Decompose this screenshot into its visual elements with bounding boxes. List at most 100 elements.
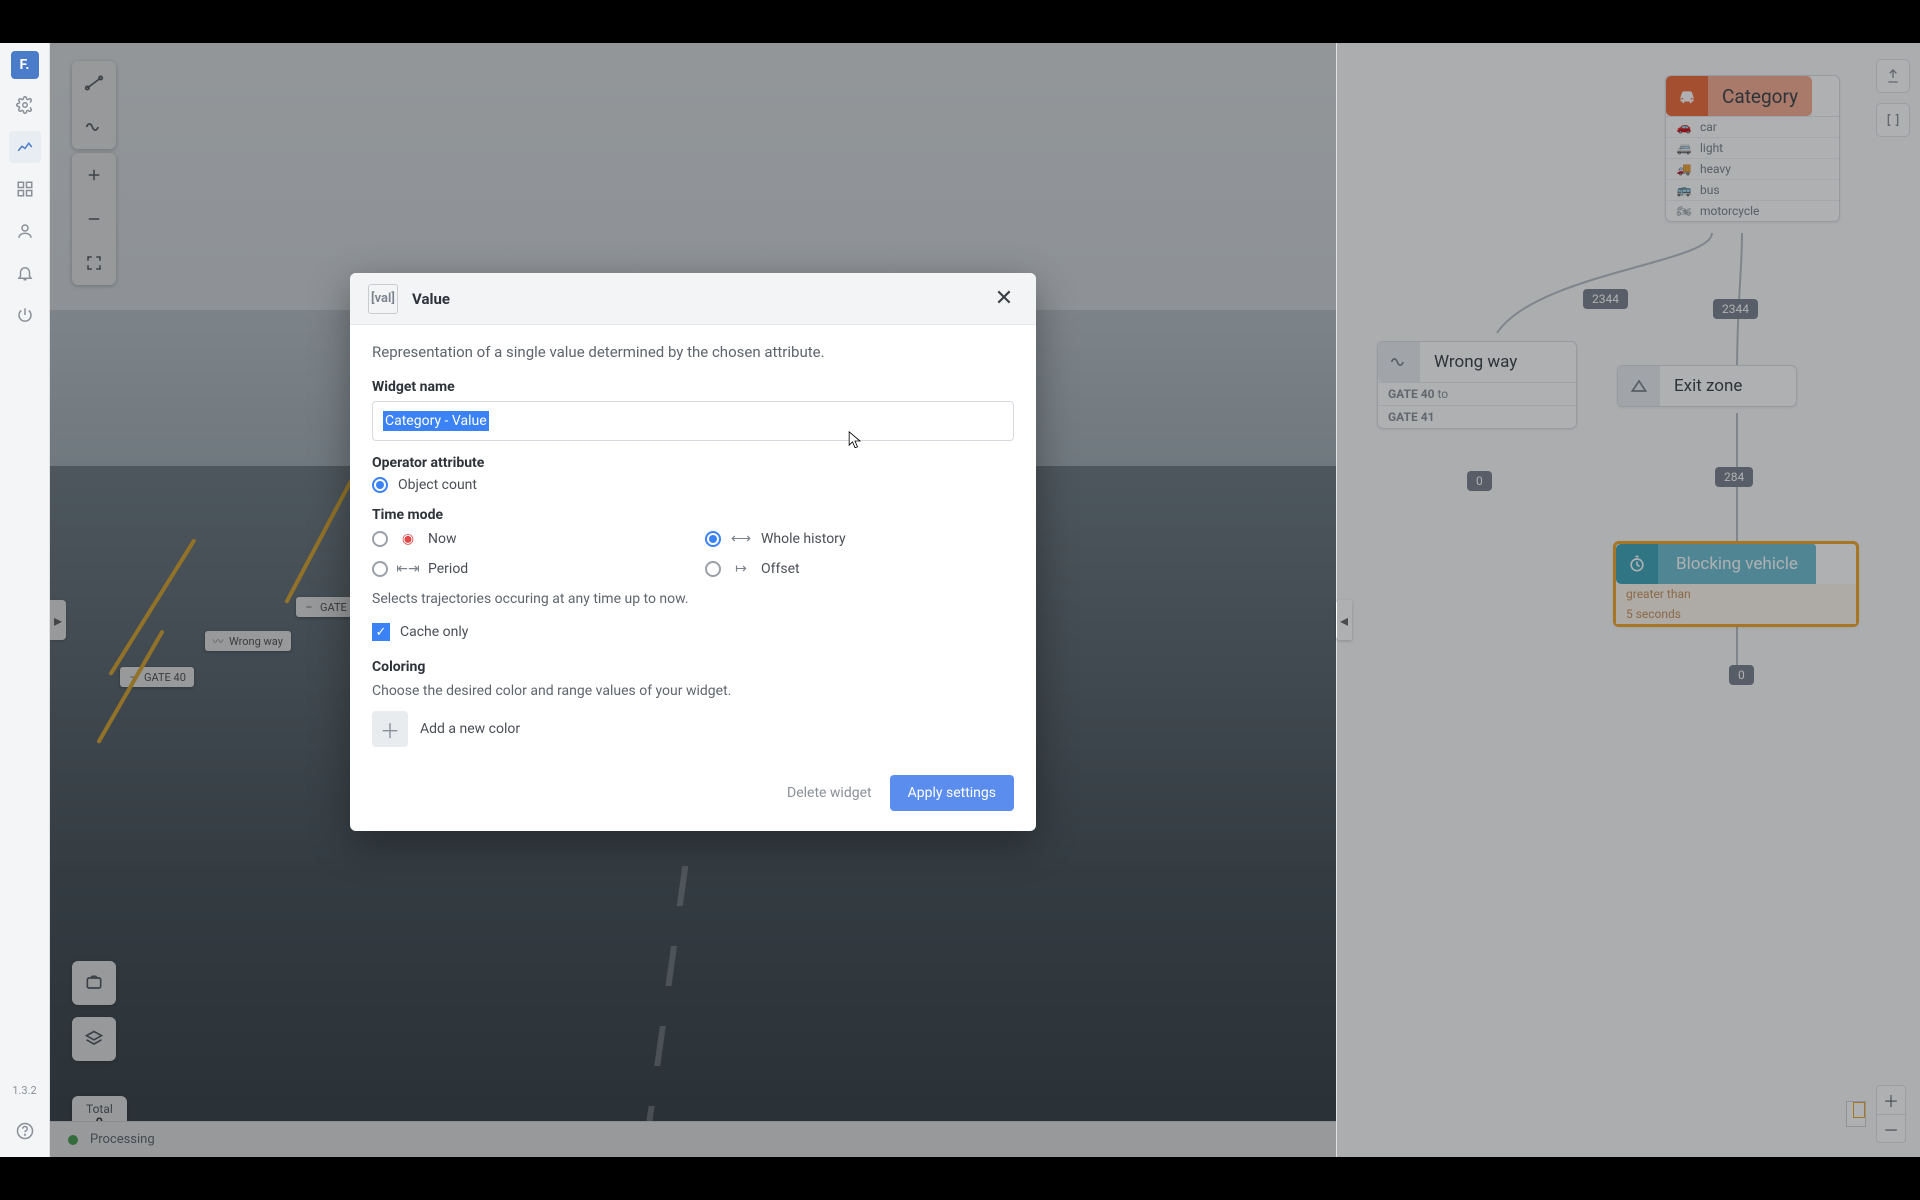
item-label: light bbox=[1700, 141, 1723, 155]
node-category[interactable]: Category 🚗 car 🚐 light 🚚 heavy 🚌 bus 🏍 motorc… bbox=[1665, 75, 1840, 222]
radio-icon bbox=[372, 531, 388, 547]
app-frame: F. 1.3.2 bbox=[0, 43, 1920, 1157]
operator-value: Object count bbox=[398, 477, 477, 493]
user-icon[interactable] bbox=[9, 215, 41, 247]
node-title: Category bbox=[1708, 76, 1812, 116]
category-item[interactable]: 🚐 light bbox=[1666, 137, 1839, 158]
node-exitzone[interactable]: Exit zone bbox=[1617, 365, 1797, 407]
category-list: 🚗 car 🚐 light 🚚 heavy 🚌 bus 🏍 motorcycle bbox=[1666, 116, 1839, 221]
option-label: Now bbox=[428, 531, 457, 547]
node-detail: GATE 41 bbox=[1378, 405, 1576, 428]
node-count: 0 bbox=[1729, 665, 1754, 685]
option-label: Whole history bbox=[761, 531, 846, 547]
checkbox-label: Cache only bbox=[400, 624, 468, 640]
radio-checked-icon bbox=[705, 531, 721, 547]
node-title: Exit zone bbox=[1660, 376, 1756, 396]
option-label: Period bbox=[428, 561, 468, 577]
graph-zoom-control: ＋ － bbox=[1846, 1085, 1906, 1143]
modal-description: Representation of a single value determi… bbox=[372, 343, 1014, 361]
item-label: bus bbox=[1700, 183, 1720, 197]
delete-widget-button[interactable]: Delete widget bbox=[787, 785, 872, 801]
power-icon[interactable] bbox=[9, 299, 41, 331]
category-item[interactable]: 🚗 car bbox=[1666, 117, 1839, 137]
zone-icon bbox=[1618, 366, 1660, 406]
value-modal: [val] Value ✕ Representation of a single… bbox=[350, 273, 1036, 831]
stopwatch-icon bbox=[1616, 544, 1658, 584]
category-item[interactable]: 🚚 heavy bbox=[1666, 158, 1839, 179]
cache-only-option[interactable]: ✓ Cache only bbox=[372, 623, 1014, 641]
node-detail: greater than bbox=[1616, 584, 1856, 604]
time-mode-options: ◉ Now ⟷ Whole history ⇤⇥ Period bbox=[372, 529, 1014, 579]
modal-overlay[interactable]: [val] Value ✕ Representation of a single… bbox=[50, 43, 1336, 1157]
node-title: Blocking vehicle bbox=[1658, 544, 1816, 584]
settings-icon[interactable] bbox=[9, 89, 41, 121]
plus-icon[interactable]: ＋ bbox=[372, 711, 408, 747]
close-icon[interactable]: ✕ bbox=[990, 285, 1018, 313]
category-item[interactable]: 🏍 motorcycle bbox=[1666, 200, 1839, 221]
wave-icon bbox=[1378, 342, 1420, 382]
operator-option[interactable]: Object count bbox=[372, 477, 1014, 493]
radio-checked-icon bbox=[372, 477, 388, 493]
coloring-label: Coloring bbox=[372, 659, 1014, 675]
widget-name-input[interactable]: Category - Value bbox=[372, 401, 1014, 441]
node-canvas[interactable]: Category 🚗 car 🚐 light 🚚 heavy 🚌 bus 🏍 motorc… bbox=[1337, 43, 1920, 1157]
left-rail: F. 1.3.2 bbox=[0, 43, 50, 1157]
graph-zoom-out[interactable]: － bbox=[1877, 1114, 1905, 1142]
item-label: car bbox=[1700, 120, 1717, 134]
modal-header: [val] Value ✕ bbox=[350, 273, 1036, 325]
modal-title: Value bbox=[412, 290, 450, 308]
node-detail: 5 seconds bbox=[1616, 604, 1856, 624]
bracket-icon[interactable] bbox=[1876, 103, 1910, 137]
radio-icon bbox=[372, 561, 388, 577]
export-icon[interactable] bbox=[1876, 59, 1910, 93]
item-label: motorcycle bbox=[1700, 204, 1759, 218]
node-count: 0 bbox=[1467, 471, 1492, 491]
time-option-period[interactable]: ⇤⇥ Period bbox=[372, 559, 681, 579]
van-icon: 🚐 bbox=[1676, 141, 1692, 155]
period-icon: ⇤⇥ bbox=[398, 559, 418, 579]
widget-name-value: Category - Value bbox=[383, 411, 489, 431]
edge-count: 2344 bbox=[1583, 289, 1628, 309]
node-blocking-vehicle[interactable]: Blocking vehicle greater than 5 seconds bbox=[1613, 541, 1859, 627]
time-option-now[interactable]: ◉ Now bbox=[372, 529, 681, 549]
time-option-whole-history[interactable]: ⟷ Whole history bbox=[705, 529, 1014, 549]
checkbox-checked-icon: ✓ bbox=[372, 623, 390, 641]
graph-tools bbox=[1876, 59, 1910, 137]
item-label: heavy bbox=[1700, 162, 1731, 176]
edge-count: 2344 bbox=[1713, 299, 1758, 319]
category-item[interactable]: 🚌 bus bbox=[1666, 179, 1839, 200]
history-icon: ⟷ bbox=[731, 529, 751, 549]
analytics-icon[interactable] bbox=[9, 131, 41, 163]
app-logo[interactable]: F. bbox=[11, 51, 39, 79]
radio-icon bbox=[705, 561, 721, 577]
grid-icon[interactable] bbox=[9, 173, 41, 205]
version-label: 1.3.2 bbox=[12, 1084, 36, 1097]
operator-attribute-label: Operator attribute bbox=[372, 455, 1014, 471]
add-color-label: Add a new color bbox=[420, 721, 520, 737]
graph-panel: Category 🚗 car 🚐 light 🚚 heavy 🚌 bus 🏍 motorc… bbox=[1336, 43, 1920, 1157]
car-icon bbox=[1666, 76, 1708, 116]
offset-icon: ↦ bbox=[731, 559, 751, 579]
time-mode-label: Time mode bbox=[372, 507, 1014, 523]
apply-settings-button[interactable]: Apply settings bbox=[890, 775, 1014, 811]
minimap[interactable] bbox=[1846, 1101, 1866, 1127]
graph-zoom-in[interactable]: ＋ bbox=[1877, 1086, 1905, 1114]
widget-name-label: Widget name bbox=[372, 379, 1014, 395]
bell-icon[interactable] bbox=[9, 257, 41, 289]
node-count: 284 bbox=[1715, 467, 1753, 487]
time-mode-helper: Selects trajectories occuring at any tim… bbox=[372, 591, 1014, 607]
panel-collapse-right[interactable]: ◂ bbox=[1336, 600, 1352, 640]
node-title: Wrong way bbox=[1420, 352, 1531, 372]
option-label: Offset bbox=[761, 561, 800, 577]
truck-icon: 🚚 bbox=[1676, 162, 1692, 176]
bus-icon: 🚌 bbox=[1676, 183, 1692, 197]
time-option-offset[interactable]: ↦ Offset bbox=[705, 559, 1014, 579]
node-detail: GATE 40 to bbox=[1378, 382, 1576, 405]
motorcycle-icon: 🏍 bbox=[1676, 204, 1692, 218]
modal-footer: Delete widget Apply settings bbox=[350, 763, 1036, 831]
modal-body: Representation of a single value determi… bbox=[350, 325, 1036, 763]
add-color-row[interactable]: ＋ Add a new color bbox=[372, 711, 1014, 747]
help-icon[interactable] bbox=[9, 1115, 41, 1147]
car-icon: 🚗 bbox=[1676, 120, 1692, 134]
node-wrongway[interactable]: Wrong way GATE 40 to GATE 41 bbox=[1377, 341, 1577, 429]
